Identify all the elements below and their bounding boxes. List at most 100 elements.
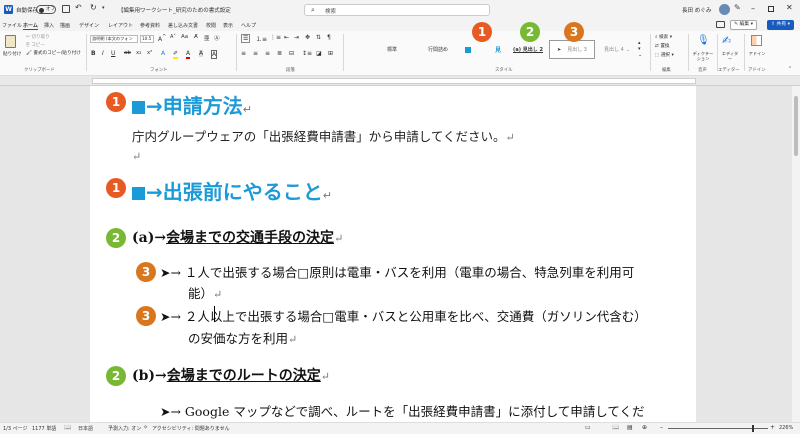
share-button[interactable]: ⇪ 共有 ▾ bbox=[767, 20, 795, 30]
bullet-item-group-trip-cont[interactable]: の安価な方を利用↵ bbox=[188, 328, 297, 347]
style-heading-1[interactable]: 見 bbox=[458, 40, 508, 59]
vertical-scrollbar[interactable] bbox=[792, 86, 800, 422]
maximize-icon[interactable] bbox=[768, 6, 774, 12]
tab-help[interactable]: ヘルプ bbox=[241, 22, 256, 29]
strikethrough-icon[interactable]: ab bbox=[124, 50, 131, 56]
body-paragraph[interactable]: 庁内グループウェアの「出張経費申請書」から申請してください。↵ bbox=[132, 126, 515, 145]
paste-button[interactable]: 貼り付け bbox=[3, 51, 21, 57]
tab-view[interactable]: 表示 bbox=[223, 22, 233, 29]
align-center-icon[interactable]: ≡ bbox=[253, 50, 258, 57]
text-effects-icon[interactable]: A bbox=[161, 50, 165, 57]
addins-icon[interactable] bbox=[751, 35, 762, 46]
zoom-out-icon[interactable]: – bbox=[660, 424, 663, 431]
heading-2-route[interactable]: (b)→会場までのルートの決定↵ bbox=[132, 365, 330, 385]
bullet-item-solo-trip-cont[interactable]: 能）↵ bbox=[188, 283, 222, 302]
font-color-icon[interactable]: A bbox=[186, 50, 191, 59]
char-border-icon[interactable]: A bbox=[211, 50, 218, 59]
align-right-icon[interactable]: ≡ bbox=[265, 50, 270, 57]
subscript-icon[interactable]: x₂ bbox=[136, 50, 141, 56]
justify-icon[interactable]: ≣ bbox=[277, 50, 282, 57]
superscript-icon[interactable]: x² bbox=[147, 50, 152, 56]
accessibility-status[interactable]: アクセシビリティ: 問題ありません bbox=[152, 425, 230, 432]
zoom-slider[interactable] bbox=[668, 425, 768, 432]
autosave-toggle[interactable]: オフ bbox=[36, 5, 56, 14]
paste-icon[interactable] bbox=[5, 35, 16, 48]
save-icon[interactable] bbox=[62, 5, 70, 13]
tab-home[interactable]: ホーム bbox=[23, 22, 38, 30]
tab-design[interactable]: デザイン bbox=[79, 22, 99, 29]
multilevel-list-icon[interactable]: ⋮≡ bbox=[270, 34, 281, 41]
distributed-icon[interactable]: ⊟ bbox=[289, 50, 294, 57]
proofing-icon[interactable]: 📖 bbox=[64, 424, 71, 431]
text-predictions[interactable]: 予測入力: オン bbox=[108, 425, 141, 432]
highlight-icon[interactable]: ✐ bbox=[173, 50, 179, 59]
editor-icon[interactable]: ✍ bbox=[722, 34, 731, 47]
bold-icon[interactable]: B bbox=[91, 50, 96, 57]
show-marks-icon[interactable]: ¶ bbox=[327, 34, 331, 41]
phonetic-icon[interactable]: 亜 bbox=[204, 34, 210, 42]
style-heading-3[interactable]: ➤ 見出し 3 bbox=[549, 40, 595, 59]
font-size-select[interactable]: 10.5 bbox=[140, 35, 154, 43]
replace-button[interactable]: ⇄ 置換 bbox=[655, 43, 670, 49]
edit-mode-button[interactable]: ✎ 編集 ▾ bbox=[730, 20, 758, 30]
user-name[interactable]: 長田 めぐみ bbox=[682, 6, 711, 14]
heading-1-application[interactable]: →申請方法↵ bbox=[132, 90, 252, 119]
quick-access-dropdown-icon[interactable]: ▾ bbox=[102, 5, 105, 11]
pen-icon[interactable]: ✎ bbox=[734, 3, 741, 12]
redo-icon[interactable]: ↻ bbox=[90, 3, 97, 12]
numbering-icon[interactable]: ⒈≡ bbox=[256, 34, 267, 43]
tab-review[interactable]: 校閲 bbox=[206, 22, 216, 29]
tab-draw[interactable]: 描画 bbox=[60, 22, 70, 29]
editor-button[interactable]: エディター bbox=[720, 51, 740, 61]
dictate-button[interactable]: ディクテーション bbox=[691, 51, 715, 61]
select-button[interactable]: ⬚ 選択 ▾ bbox=[655, 52, 674, 58]
tab-mailings[interactable]: 差し込み文書 bbox=[168, 22, 198, 29]
cut-button[interactable]: ✂ 切り取り bbox=[26, 34, 50, 40]
underline-icon[interactable]: U bbox=[111, 50, 115, 57]
char-shading-icon[interactable]: A bbox=[199, 50, 204, 57]
undo-icon[interactable]: ↶ bbox=[75, 3, 82, 12]
tab-layout[interactable]: レイアウト bbox=[108, 22, 133, 29]
shading-icon[interactable]: ◪ bbox=[316, 50, 322, 57]
zoom-level[interactable]: 226% bbox=[779, 425, 793, 431]
copy-button[interactable]: ⎘ コピー bbox=[26, 42, 45, 48]
style-normal[interactable]: 標準 bbox=[376, 40, 408, 59]
font-name-select[interactable]: 游明朝 (本文のフォン bbox=[90, 35, 138, 43]
accessibility-icon[interactable]: ✧ bbox=[143, 424, 148, 431]
find-button[interactable]: ⌕ 検索 ▾ bbox=[655, 34, 672, 40]
ruler[interactable] bbox=[0, 76, 800, 86]
asian-layout-icon[interactable]: ✥ bbox=[305, 34, 310, 41]
enclose-char-icon[interactable]: Ⓐ bbox=[214, 34, 220, 42]
italic-icon[interactable]: I bbox=[102, 50, 104, 57]
document-page[interactable]: 1 →申請方法↵ 庁内グループウェアの「出張経費申請書」から申請してください。↵… bbox=[90, 86, 696, 422]
page-count[interactable]: 1/3 ページ bbox=[3, 425, 28, 432]
close-icon[interactable]: ✕ bbox=[786, 3, 793, 12]
shrink-font-icon[interactable]: A˅ bbox=[170, 34, 176, 40]
tab-file[interactable]: ファイル bbox=[2, 22, 22, 29]
word-count[interactable]: 1177 単語 bbox=[32, 425, 56, 432]
bullet-item-group-trip[interactable]: ➤→ ２人以上で出張する場合□電車・バスと公用車を比べ、交通費（ガソリン代含む） bbox=[160, 306, 647, 325]
print-layout-icon[interactable]: ▤ bbox=[627, 424, 633, 431]
change-case-icon[interactable]: Aa bbox=[181, 34, 188, 40]
web-layout-icon[interactable]: ⊕ bbox=[642, 424, 647, 431]
tab-insert[interactable]: 挿入 bbox=[44, 22, 54, 29]
bullet-item-solo-trip[interactable]: ➤→ １人で出張する場合□原則は電車・バスを利用（電車の場合、特急列車を利用可 bbox=[160, 262, 634, 281]
addins-button[interactable]: アドイン bbox=[747, 51, 767, 56]
increase-indent-icon[interactable]: ⇥ bbox=[294, 34, 299, 41]
heading-2-transport[interactable]: (a)→会場までの交通手段の決定↵ bbox=[132, 227, 343, 247]
zoom-in-icon[interactable]: + bbox=[770, 424, 775, 431]
minimize-icon[interactable]: – bbox=[751, 4, 755, 13]
clear-format-icon[interactable]: A̸ bbox=[194, 34, 198, 40]
heading-1-before-trip[interactable]: →出張前にやること↵ bbox=[132, 176, 332, 205]
language[interactable]: 日本語 bbox=[78, 425, 93, 432]
focus-mode-icon[interactable]: ▭ bbox=[585, 424, 591, 431]
avatar[interactable] bbox=[719, 4, 730, 15]
search-box[interactable]: ⌕ 検索 bbox=[304, 4, 490, 16]
style-heading-2[interactable]: (a) 見出し 2 bbox=[508, 40, 548, 59]
style-heading-4[interactable]: 見出し 4 ⌄ bbox=[598, 40, 636, 59]
borders-icon[interactable]: ⊞ bbox=[328, 50, 333, 57]
comment-icon[interactable] bbox=[716, 21, 725, 28]
style-no-spacing[interactable]: 行間詰め bbox=[420, 40, 456, 59]
zoom-slider-thumb[interactable] bbox=[752, 425, 754, 432]
align-left-icon[interactable]: ≡ bbox=[241, 50, 246, 57]
